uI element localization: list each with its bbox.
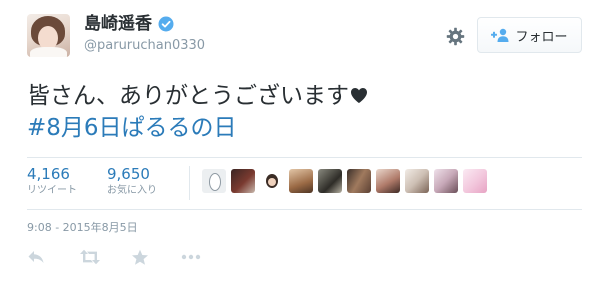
stat-separator [189, 166, 190, 200]
tweet-text: 皆さん、ありがとうございます #8月6日ぱるるの日 [27, 80, 368, 144]
heart-icon [351, 88, 367, 103]
liker-avatar[interactable] [260, 169, 284, 193]
timestamp[interactable]: 9:08 - 2015年8月5日 [27, 219, 138, 235]
retweet-stat[interactable]: 4,166 リツイート [27, 165, 77, 197]
liker-avatar[interactable] [202, 169, 226, 193]
favorite-button[interactable] [131, 249, 149, 269]
screen-name[interactable]: @paruruchan0330 [84, 38, 205, 54]
reply-button[interactable] [27, 249, 45, 269]
retweet-count: 4,166 [27, 165, 70, 183]
follow-person-icon [491, 28, 509, 42]
gear-icon[interactable] [446, 27, 465, 46]
retweet-button[interactable] [79, 249, 101, 269]
retweet-label: リツイート [27, 185, 77, 196]
liker-avatar[interactable] [434, 169, 458, 193]
more-icon [181, 254, 201, 260]
liker-avatar[interactable] [347, 169, 371, 193]
liker-avatar[interactable] [405, 169, 429, 193]
divider-top [27, 157, 582, 158]
liker-avatar[interactable] [376, 169, 400, 193]
tweet-body: 皆さん、ありがとうございます [27, 83, 349, 109]
liker-avatar[interactable] [318, 169, 342, 193]
verified-badge-icon [158, 16, 174, 32]
hashtag-link[interactable]: #8月6日ぱるるの日 [27, 112, 368, 144]
likes-stat[interactable]: 9,650 お気に入り [107, 165, 157, 197]
divider-bottom [27, 209, 582, 210]
liker-avatar[interactable] [231, 169, 255, 193]
follow-button-label: フォロー [515, 29, 568, 45]
likers-avatars [202, 169, 487, 193]
follow-button[interactable]: フォロー [477, 17, 582, 53]
more-button[interactable] [181, 249, 201, 269]
likes-label: お気に入り [107, 185, 157, 196]
likes-count: 9,650 [107, 165, 150, 183]
reply-icon [28, 251, 44, 263]
tweet-line-1: 皆さん、ありがとうございます [27, 80, 368, 112]
display-name[interactable]: 島崎遥香 [84, 14, 152, 34]
liker-avatar[interactable] [289, 169, 313, 193]
favorite-star-icon [132, 249, 148, 265]
retweet-icon [80, 249, 100, 265]
liker-avatar[interactable] [463, 169, 487, 193]
avatar[interactable] [27, 14, 70, 57]
